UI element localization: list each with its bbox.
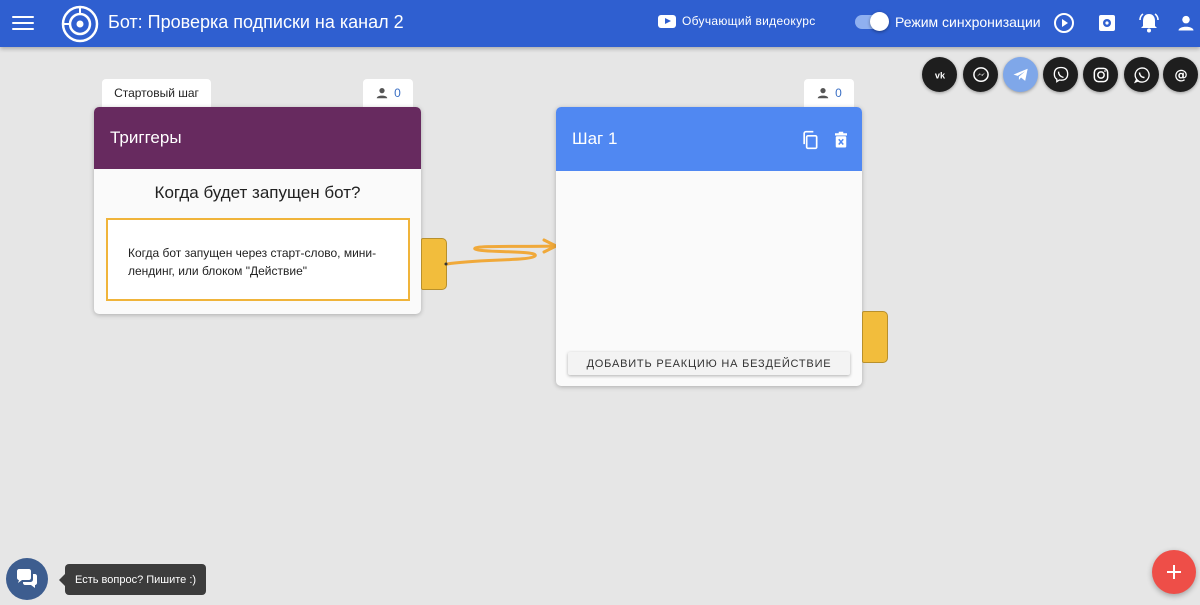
trigger-item[interactable]: Когда бот запущен через старт-слово, мин… <box>106 218 410 301</box>
top-bar: Бот: Проверка подписки на канал 2 Обучаю… <box>0 0 1200 47</box>
bell-icon[interactable] <box>1137 11 1161 35</box>
youtube-icon <box>658 14 676 28</box>
add-step-button[interactable] <box>1152 550 1196 594</box>
chat-tooltip: Есть вопрос? Пишите :) <box>58 564 207 595</box>
step-users-badge: 0 <box>804 79 854 107</box>
trigger-users-count: 0 <box>394 86 401 100</box>
play-icon[interactable] <box>1052 11 1076 35</box>
user-icon <box>376 88 388 99</box>
chat-bubbles-icon <box>17 569 37 588</box>
svg-text:@: @ <box>1174 68 1187 83</box>
start-step-tag: Стартовый шаг <box>102 79 211 107</box>
page-title: Бот: Проверка подписки на канал 2 <box>108 12 404 32</box>
logo-icon[interactable] <box>60 4 100 44</box>
plus-icon <box>1167 565 1181 579</box>
sync-mode-toggle[interactable]: Режим синхронизации <box>855 12 1041 31</box>
delete-icon[interactable] <box>832 130 850 150</box>
menu-icon[interactable] <box>12 12 34 34</box>
viber-icon[interactable] <box>1043 57 1078 92</box>
settings-icon[interactable] <box>1095 11 1119 35</box>
trigger-card-title: Триггеры <box>110 128 182 147</box>
email-icon[interactable]: @ <box>1163 57 1198 92</box>
trigger-question: Когда будет запущен бот? <box>154 183 361 202</box>
toggle-switch[interactable] <box>855 12 889 31</box>
connection-arrow <box>444 238 558 266</box>
start-step-label: Стартовый шаг <box>114 86 199 100</box>
sync-mode-label: Режим синхронизации <box>895 14 1041 30</box>
trigger-users-badge: 0 <box>363 79 413 107</box>
instagram-icon[interactable] <box>1083 57 1118 92</box>
step-card[interactable]: Шаг 1 ДОБАВИТЬ РЕАКЦИЮ НА БЕЗДЕЙСТВИЕ <box>556 107 862 386</box>
user-icon <box>817 88 829 99</box>
user-icon[interactable] <box>1176 13 1196 33</box>
step-output-handle[interactable] <box>862 311 888 363</box>
vk-icon[interactable]: vk <box>922 57 957 92</box>
whatsapp-icon[interactable] <box>1124 57 1159 92</box>
messenger-icon[interactable] <box>963 57 998 92</box>
video-course-label: Обучающий видеокурс <box>682 14 816 28</box>
step-card-header: Шаг 1 <box>556 107 862 171</box>
telegram-icon[interactable] <box>1003 57 1038 92</box>
trigger-card[interactable]: Триггеры Когда будет запущен бот? Когда … <box>94 107 421 314</box>
step-users-count: 0 <box>835 86 842 100</box>
step-card-title: Шаг 1 <box>572 129 618 148</box>
trigger-card-header: Триггеры <box>94 107 421 169</box>
video-course-link[interactable]: Обучающий видеокурс <box>658 14 816 28</box>
copy-icon[interactable] <box>800 130 820 150</box>
chat-button[interactable] <box>6 558 48 600</box>
add-inactivity-reaction-button[interactable]: ДОБАВИТЬ РЕАКЦИЮ НА БЕЗДЕЙСТВИЕ <box>568 352 850 375</box>
svg-text:vk: vk <box>934 70 945 80</box>
